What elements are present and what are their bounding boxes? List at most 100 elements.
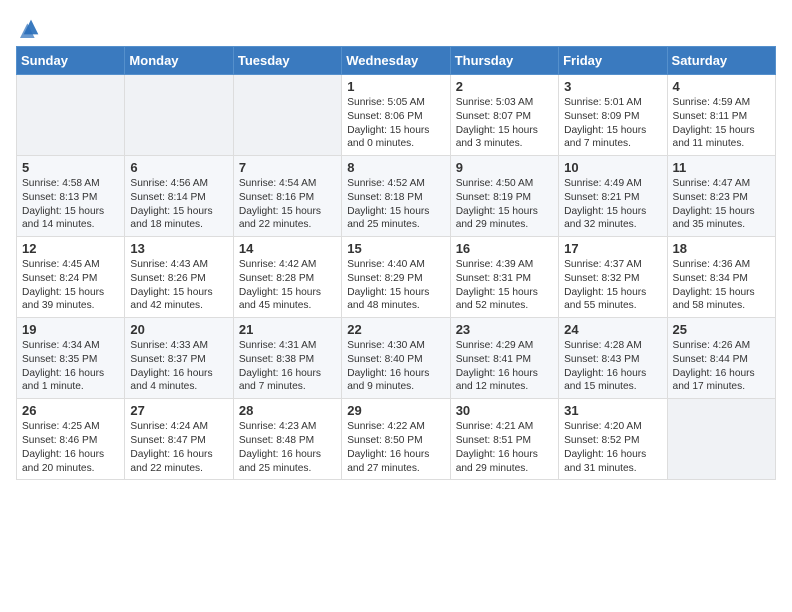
sunset-text: Sunset: 8:31 PM [456, 272, 553, 286]
day-number: 1 [347, 79, 444, 94]
cell-content: Sunrise: 4:52 AMSunset: 8:18 PMDaylight:… [347, 177, 444, 232]
calendar-cell [233, 75, 341, 156]
day-number: 19 [22, 322, 119, 337]
sunrise-text: Sunrise: 4:54 AM [239, 177, 336, 191]
calendar-cell: 28 Sunrise: 4:23 AMSunset: 8:48 PMDayligh… [233, 399, 341, 480]
logo [20, 16, 44, 38]
calendar-cell: 27Sunrise: 4:24 AMSunset: 8:47 PMDayligh… [125, 399, 233, 480]
sunset-text: Sunset: 8:41 PM [456, 353, 553, 367]
sunrise-text: Sunrise: 4:26 AM [673, 339, 770, 353]
day-number: 29 [347, 403, 444, 418]
calendar-cell: 2Sunrise: 5:03 AMSunset: 8:07 PMDaylight… [450, 75, 558, 156]
calendar-cell: 23Sunrise: 4:29 AMSunset: 8:41 PMDayligh… [450, 318, 558, 399]
sunset-text: Sunset: 8:28 PM [239, 272, 336, 286]
sunrise-text: Sunrise: 4:40 AM [347, 258, 444, 272]
day-number: 28 [239, 403, 336, 418]
daylight-text: Daylight: 16 hours and 12 minutes. [456, 367, 553, 395]
sunrise-text: Sunrise: 4:24 AM [130, 420, 227, 434]
sunset-text: Sunset: 8:43 PM [564, 353, 661, 367]
calendar-cell: 3 Sunrise: 5:01 AMSunset: 8:09 PMDaylight… [559, 75, 667, 156]
day-number: 12 [22, 241, 119, 256]
day-number: 27 [130, 403, 227, 418]
sunrise-text: Sunrise: 4:42 AM [239, 258, 336, 272]
daylight-text: Daylight: 16 hours and 22 minutes. [130, 448, 227, 476]
daylight-text: Daylight: 15 hours and 25 minutes. [347, 205, 444, 233]
day-number: 3 [564, 79, 661, 94]
sunset-text: Sunset: 8:06 PM [347, 110, 444, 124]
day-number: 16 [456, 241, 553, 256]
cell-content: Sunrise: 4:54 AMSunset: 8:16 PMDaylight:… [239, 177, 336, 232]
cell-content: Sunrise: 4:39 AMSunset: 8:31 PMDaylight:… [456, 258, 553, 313]
day-number: 30 [456, 403, 553, 418]
cell-content: Sunrise: 4:37 AMSunset: 8:32 PMDaylight:… [564, 258, 661, 313]
sunrise-text: Sunrise: 4:25 AM [22, 420, 119, 434]
day-number: 10 [564, 160, 661, 175]
sunset-text: Sunset: 8:50 PM [347, 434, 444, 448]
sunrise-text: Sunrise: 4:37 AM [564, 258, 661, 272]
sunset-text: Sunset: 8:29 PM [347, 272, 444, 286]
calendar-cell: 20 Sunrise: 4:33 AMSunset: 8:37 PMDayligh… [125, 318, 233, 399]
weekday-header-friday: Friday [559, 47, 667, 75]
sunrise-text: Sunrise: 4:56 AM [130, 177, 227, 191]
daylight-text: Daylight: 15 hours and 14 minutes. [22, 205, 119, 233]
daylight-text: Daylight: 16 hours and 20 minutes. [22, 448, 119, 476]
calendar-cell: 9Sunrise: 4:50 AMSunset: 8:19 PMDaylight… [450, 156, 558, 237]
sunrise-text: Sunrise: 4:58 AM [22, 177, 119, 191]
day-number: 31 [564, 403, 661, 418]
cell-content: Sunrise: 4:26 AMSunset: 8:44 PMDaylight:… [673, 339, 770, 394]
calendar-cell: 22Sunrise: 4:30 AMSunset: 8:40 PMDayligh… [342, 318, 450, 399]
calendar-cell: 1 Sunrise: 5:05 AMSunset: 8:06 PMDaylight… [342, 75, 450, 156]
sunset-text: Sunset: 8:38 PM [239, 353, 336, 367]
sunset-text: Sunset: 8:35 PM [22, 353, 119, 367]
sunrise-text: Sunrise: 4:23 AM [239, 420, 336, 434]
week-row-2: 5Sunrise: 4:58 AMSunset: 8:13 PMDaylight… [17, 156, 776, 237]
cell-content: Sunrise: 4:33 AMSunset: 8:37 PMDaylight:… [130, 339, 227, 394]
calendar-cell: 8 Sunrise: 4:52 AMSunset: 8:18 PMDaylight… [342, 156, 450, 237]
weekday-header-tuesday: Tuesday [233, 47, 341, 75]
calendar-cell: 18Sunrise: 4:36 AMSunset: 8:34 PMDayligh… [667, 237, 775, 318]
calendar-cell: 31Sunrise: 4:20 AMSunset: 8:52 PMDayligh… [559, 399, 667, 480]
day-number: 15 [347, 241, 444, 256]
cell-content: Sunrise: 4:58 AMSunset: 8:13 PMDaylight:… [22, 177, 119, 232]
weekday-header-wednesday: Wednesday [342, 47, 450, 75]
sunrise-text: Sunrise: 5:03 AM [456, 96, 553, 110]
daylight-text: Daylight: 15 hours and 58 minutes. [673, 286, 770, 314]
day-number: 24 [564, 322, 661, 337]
day-number: 11 [673, 160, 770, 175]
calendar-cell: 5Sunrise: 4:58 AMSunset: 8:13 PMDaylight… [17, 156, 125, 237]
sunset-text: Sunset: 8:21 PM [564, 191, 661, 205]
cell-content: Sunrise: 5:01 AMSunset: 8:09 PMDaylight:… [564, 96, 661, 151]
day-number: 13 [130, 241, 227, 256]
weekday-header-sunday: Sunday [17, 47, 125, 75]
calendar-cell: 12 Sunrise: 4:45 AMSunset: 8:24 PMDayligh… [17, 237, 125, 318]
cell-content: Sunrise: 5:05 AMSunset: 8:06 PMDaylight:… [347, 96, 444, 151]
sunset-text: Sunset: 8:09 PM [564, 110, 661, 124]
daylight-text: Daylight: 16 hours and 29 minutes. [456, 448, 553, 476]
cell-content: Sunrise: 4:45 AMSunset: 8:24 PMDaylight:… [22, 258, 119, 313]
day-number: 2 [456, 79, 553, 94]
calendar-cell: 4Sunrise: 4:59 AMSunset: 8:11 PMDaylight… [667, 75, 775, 156]
sunrise-text: Sunrise: 4:28 AM [564, 339, 661, 353]
day-number: 26 [22, 403, 119, 418]
cell-content: Sunrise: 4:23 AMSunset: 8:48 PMDaylight:… [239, 420, 336, 475]
sunrise-text: Sunrise: 5:05 AM [347, 96, 444, 110]
cell-content: Sunrise: 4:21 AMSunset: 8:51 PMDaylight:… [456, 420, 553, 475]
sunrise-text: Sunrise: 4:43 AM [130, 258, 227, 272]
day-number: 25 [673, 322, 770, 337]
sunset-text: Sunset: 8:32 PM [564, 272, 661, 286]
sunset-text: Sunset: 8:48 PM [239, 434, 336, 448]
daylight-text: Daylight: 15 hours and 18 minutes. [130, 205, 227, 233]
header [0, 0, 792, 46]
calendar-cell: 14Sunrise: 4:42 AMSunset: 8:28 PMDayligh… [233, 237, 341, 318]
cell-content: Sunrise: 4:42 AMSunset: 8:28 PMDaylight:… [239, 258, 336, 313]
calendar-cell: 10Sunrise: 4:49 AMSunset: 8:21 PMDayligh… [559, 156, 667, 237]
week-row-5: 26Sunrise: 4:25 AMSunset: 8:46 PMDayligh… [17, 399, 776, 480]
sunset-text: Sunset: 8:46 PM [22, 434, 119, 448]
day-number: 9 [456, 160, 553, 175]
day-number: 20 [130, 322, 227, 337]
day-number: 8 [347, 160, 444, 175]
sunrise-text: Sunrise: 4:31 AM [239, 339, 336, 353]
cell-content: Sunrise: 4:28 AMSunset: 8:43 PMDaylight:… [564, 339, 661, 394]
weekday-header-thursday: Thursday [450, 47, 558, 75]
week-row-3: 12 Sunrise: 4:45 AMSunset: 8:24 PMDayligh… [17, 237, 776, 318]
